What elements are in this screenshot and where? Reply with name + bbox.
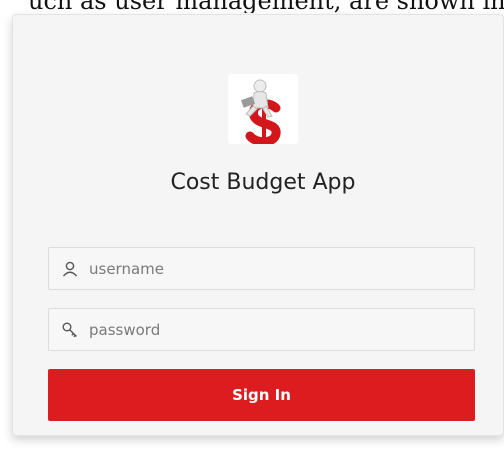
password-field[interactable] [48, 308, 475, 351]
sign-in-button[interactable]: Sign In [48, 369, 475, 421]
username-field[interactable] [48, 247, 475, 290]
username-input[interactable] [89, 248, 469, 289]
figure-with-laptop-on-dollar-sign-logo-icon [240, 79, 281, 144]
password-input[interactable] [89, 309, 469, 350]
cropped-document-caption: uch as user management, are shown in [28, 0, 504, 13]
key-icon [61, 321, 79, 339]
page: uch as user management, are shown in Cos… [0, 0, 504, 470]
login-card: Cost Budget App Sign In [12, 14, 504, 436]
app-logo [228, 74, 298, 144]
user-icon [61, 260, 79, 278]
app-title: Cost Budget App [170, 170, 356, 195]
